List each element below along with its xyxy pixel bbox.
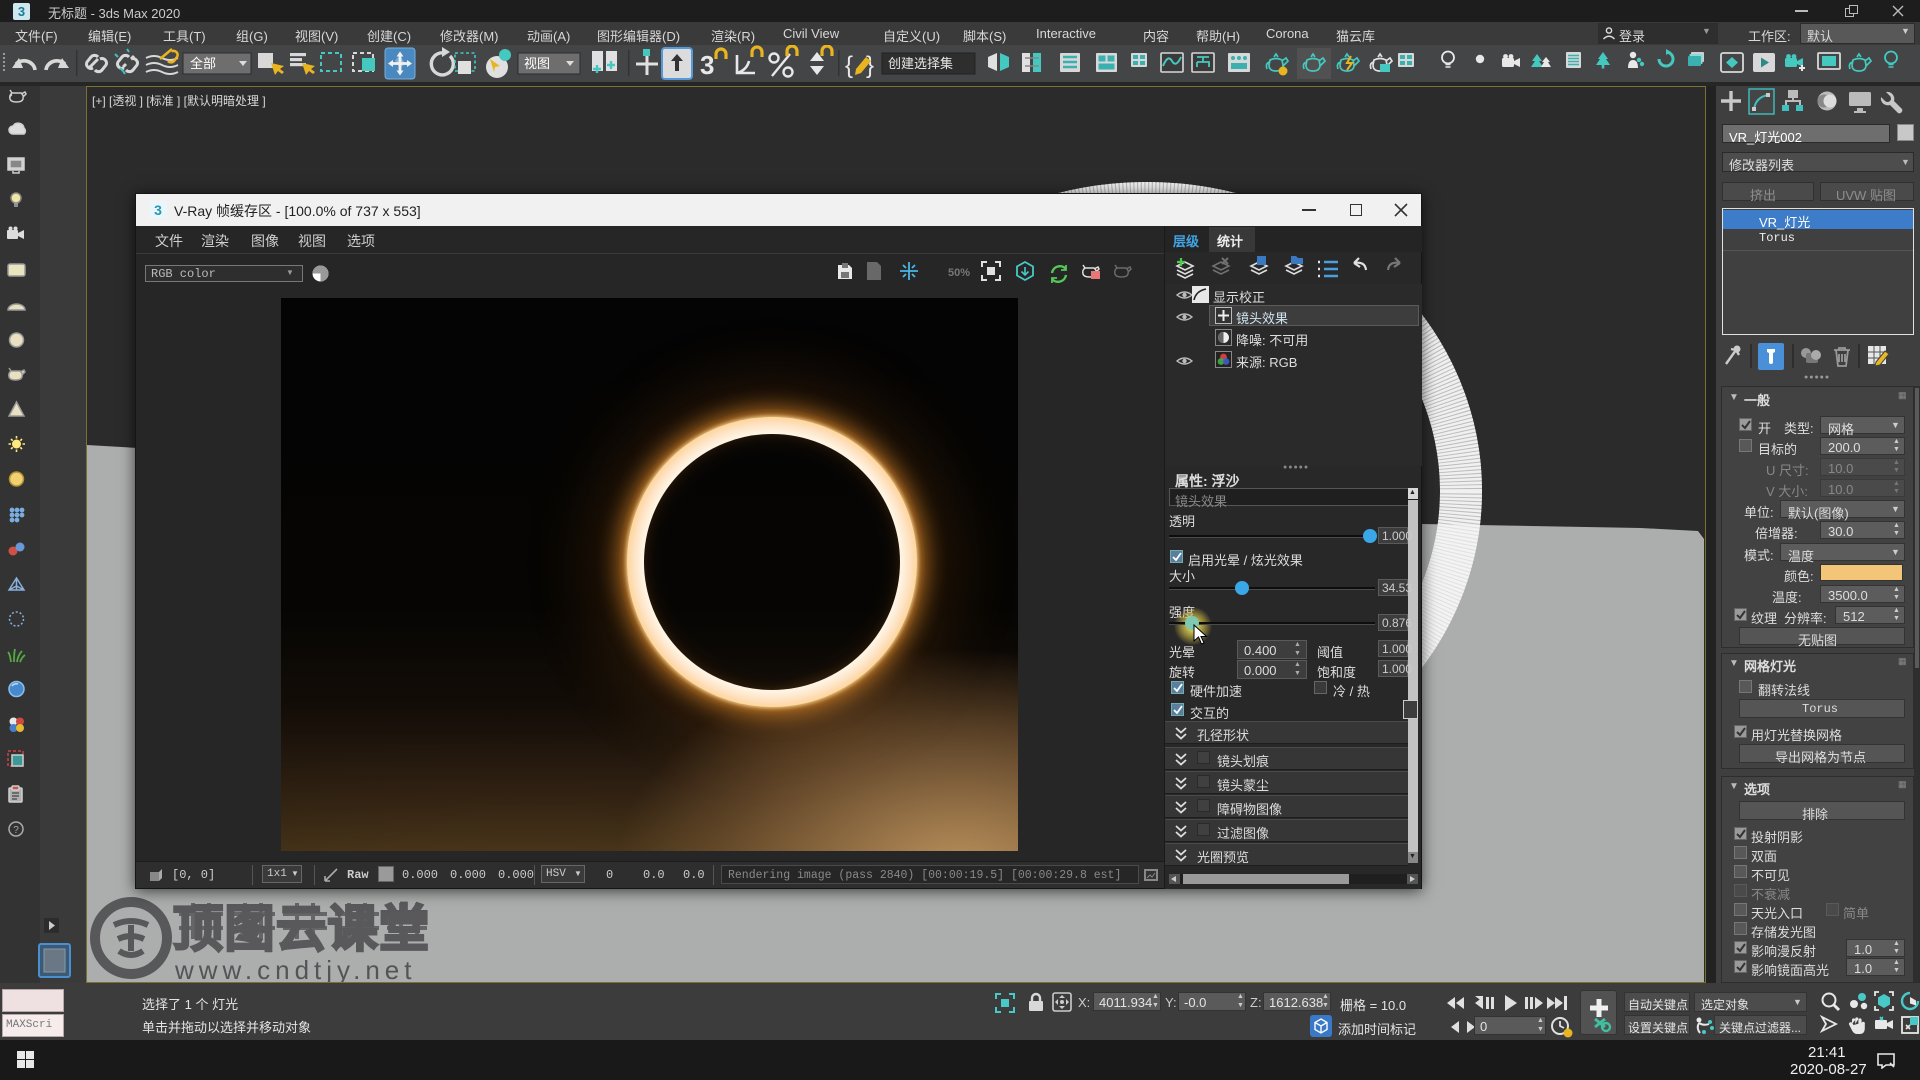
svg-text:www.cndtjy.net: www.cndtjy.net: [174, 955, 416, 982]
svg-text:50%: 50%: [948, 267, 970, 279]
svg-text:?: ?: [13, 825, 19, 836]
svg-text:3: 3: [700, 50, 714, 80]
svg-text:全部: 全部: [190, 56, 216, 71]
svg-text:{: {: [845, 52, 853, 79]
svg-text:创建选择集: 创建选择集: [888, 56, 953, 71]
svg-text:3: 3: [154, 202, 162, 218]
svg-text:视图: 视图: [524, 56, 550, 71]
svg-text:3: 3: [18, 4, 25, 19]
